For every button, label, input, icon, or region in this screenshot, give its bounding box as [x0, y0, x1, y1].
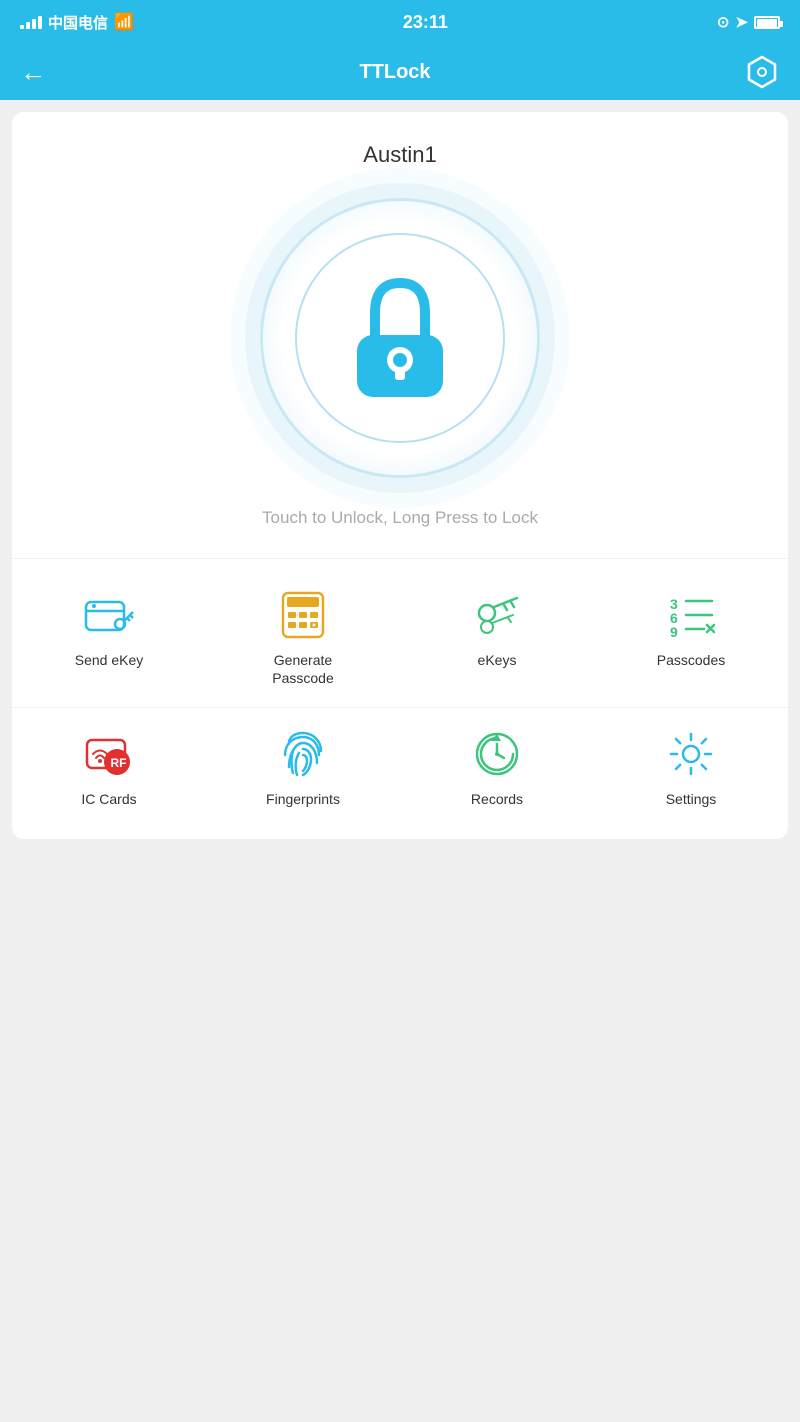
settings-label: Settings — [666, 790, 717, 808]
lock-hint: Touch to Unlock, Long Press to Lock — [262, 508, 538, 528]
send-ekey-button[interactable]: Send eKey — [12, 569, 206, 707]
ic-cards-label: IC Cards — [81, 790, 136, 808]
location-icon: ⊙ — [717, 13, 730, 31]
generate-passcode-label: Generate Passcode — [272, 651, 333, 687]
ekeys-label: eKeys — [478, 651, 517, 669]
passcodes-button[interactable]: 3 6 9 Passcodes — [594, 569, 788, 707]
svg-text:9: 9 — [670, 624, 678, 640]
passcodes-label: Passcodes — [657, 651, 725, 669]
lock-icon — [345, 273, 455, 403]
header: ← TTLock — [0, 44, 800, 100]
generate-passcode-button[interactable]: Generate Passcode — [206, 569, 400, 707]
lock-circle-outer[interactable] — [260, 198, 540, 478]
send-ekey-icon — [83, 589, 135, 641]
main-card: Austin1 Touch to Unlock, Long — [12, 112, 788, 839]
records-icon — [471, 728, 523, 780]
battery-icon — [754, 16, 780, 29]
carrier-label: 中国电信 — [48, 12, 108, 33]
svg-text:RF: RF — [111, 756, 127, 770]
ic-cards-icon: RF — [83, 728, 135, 780]
settings-button[interactable]: Settings — [594, 708, 788, 828]
status-time: 23:11 — [403, 12, 448, 33]
lock-name: Austin1 — [363, 142, 436, 168]
passcode-gen-icon — [277, 589, 329, 641]
direction-icon: ➤ — [735, 13, 748, 31]
lock-circle-inner — [295, 233, 505, 443]
hexagon-settings-icon — [745, 55, 779, 89]
signal-icon — [20, 16, 42, 29]
fingerprints-icon — [277, 728, 329, 780]
status-left: 中国电信 📶 — [20, 12, 134, 33]
grid-row1: Send eKey — [12, 558, 788, 839]
back-button[interactable]: ← — [20, 57, 46, 88]
passcodes-icon: 3 6 9 — [665, 589, 717, 641]
lock-section: Austin1 Touch to Unlock, Long — [12, 112, 788, 558]
records-label: Records — [471, 790, 523, 808]
header-title: TTLock — [359, 61, 430, 84]
status-bar: 中国电信 📶 23:11 ⊙ ➤ — [0, 0, 800, 44]
settings-button[interactable] — [744, 54, 780, 90]
settings-icon — [665, 728, 717, 780]
fingerprints-button[interactable]: Fingerprints — [206, 708, 400, 828]
ekeys-button[interactable]: eKeys — [400, 569, 594, 707]
wifi-icon: 📶 — [114, 12, 134, 32]
status-right: ⊙ ➤ — [717, 13, 780, 31]
records-button[interactable]: Records — [400, 708, 594, 828]
send-ekey-label: Send eKey — [75, 651, 144, 669]
fingerprints-label: Fingerprints — [266, 790, 340, 808]
ic-cards-button[interactable]: RF IC Cards — [12, 708, 206, 828]
ekeys-icon — [471, 589, 523, 641]
